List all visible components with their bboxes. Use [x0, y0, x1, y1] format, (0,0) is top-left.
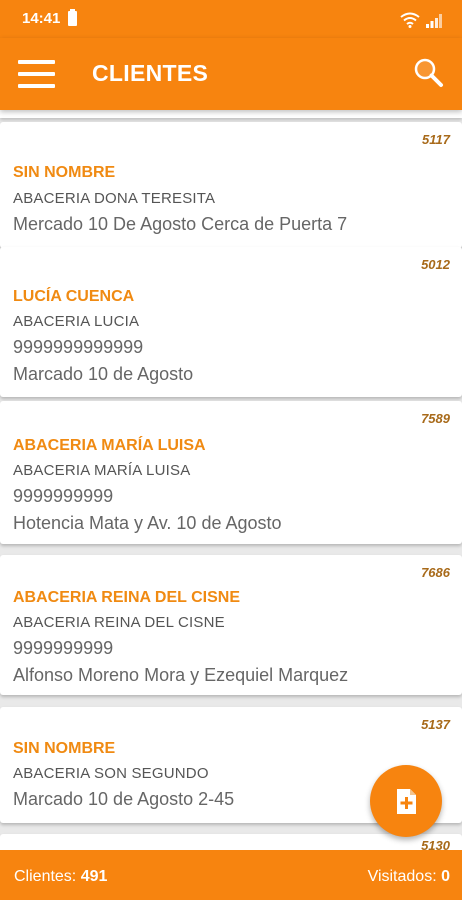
visited-label: Visitados: — [367, 868, 437, 885]
status-bar: 14:41 — [0, 0, 462, 38]
client-name: SIN NOMBRE — [13, 164, 116, 181]
visited-count: Visitados: 0 — [368, 868, 450, 886]
client-address: Alfonso Moreno Mora y Ezequiel Marquez — [13, 665, 349, 685]
client-business: ABACERIA LUCIA — [13, 313, 140, 330]
client-code: 5137 — [421, 717, 450, 732]
clients-label: Clientes: — [14, 868, 77, 885]
visited-count-value: 0 — [441, 868, 450, 885]
client-card[interactable]: 5117 SIN NOMBRE ABACERIA DONA TERESITA M… — [0, 122, 462, 248]
battery-icon — [68, 9, 77, 26]
client-address: Mercado 10 De Agosto Cerca de Puerta 7 — [13, 214, 348, 234]
client-name: ABACERIA MARÍA LUISA — [13, 437, 206, 454]
app-bar: CLIENTES — [0, 38, 462, 110]
client-code-partial: 5130 — [421, 838, 450, 853]
search-icon[interactable] — [412, 56, 444, 88]
status-icons — [400, 8, 442, 28]
list-item-partial — [0, 110, 462, 118]
client-phone: 9999999999999 — [13, 337, 144, 357]
add-document-icon — [397, 789, 416, 814]
add-client-button[interactable] — [370, 765, 442, 837]
client-phone: 9999999999 — [13, 486, 114, 506]
client-address: Hotencia Mata y Av. 10 de Agosto — [13, 513, 282, 533]
clients-count: Clientes: 491 — [14, 868, 107, 886]
page-title: CLIENTES — [92, 60, 209, 86]
client-name: SIN NOMBRE — [13, 740, 116, 757]
client-business: ABACERIA MARÍA LUISA — [13, 462, 191, 479]
status-time: 14:41 — [22, 10, 61, 27]
hamburger-icon[interactable] — [18, 60, 56, 88]
signal-icon — [426, 14, 442, 28]
client-phone: 9999999999 — [13, 638, 114, 658]
client-name: LUCÍA CUENCA — [13, 288, 135, 305]
client-card[interactable]: 7686 ABACERIA REINA DEL CISNE ABACERIA R… — [0, 555, 462, 695]
client-business: ABACERIA SON SEGUNDO — [13, 765, 209, 782]
client-list[interactable]: 5117 SIN NOMBRE ABACERIA DONA TERESITA M… — [0, 110, 462, 850]
wifi-icon — [400, 12, 420, 28]
client-name: ABACERIA REINA DEL CISNE — [13, 589, 240, 606]
client-business: ABACERIA DONA TERESITA — [13, 190, 216, 207]
client-business: ABACERIA REINA DEL CISNE — [13, 614, 225, 631]
client-card[interactable]: 5012 LUCÍA CUENCA ABACERIA LUCIA 9999999… — [0, 247, 462, 397]
client-code: 7589 — [421, 411, 450, 426]
clients-count-value: 491 — [80, 868, 108, 885]
client-address: Marcado 10 de Agosto — [13, 364, 194, 384]
client-code: 7686 — [421, 565, 450, 580]
client-code: 5117 — [422, 132, 450, 147]
client-code: 5012 — [421, 257, 450, 272]
client-address: Marcado 10 de Agosto 2-45 — [13, 789, 235, 809]
client-card[interactable]: 7589 ABACERIA MARÍA LUISA ABACERIA MARÍA… — [0, 401, 462, 544]
summary-bar: 5130 Clientes: 491 Visitados: 0 — [0, 838, 462, 900]
